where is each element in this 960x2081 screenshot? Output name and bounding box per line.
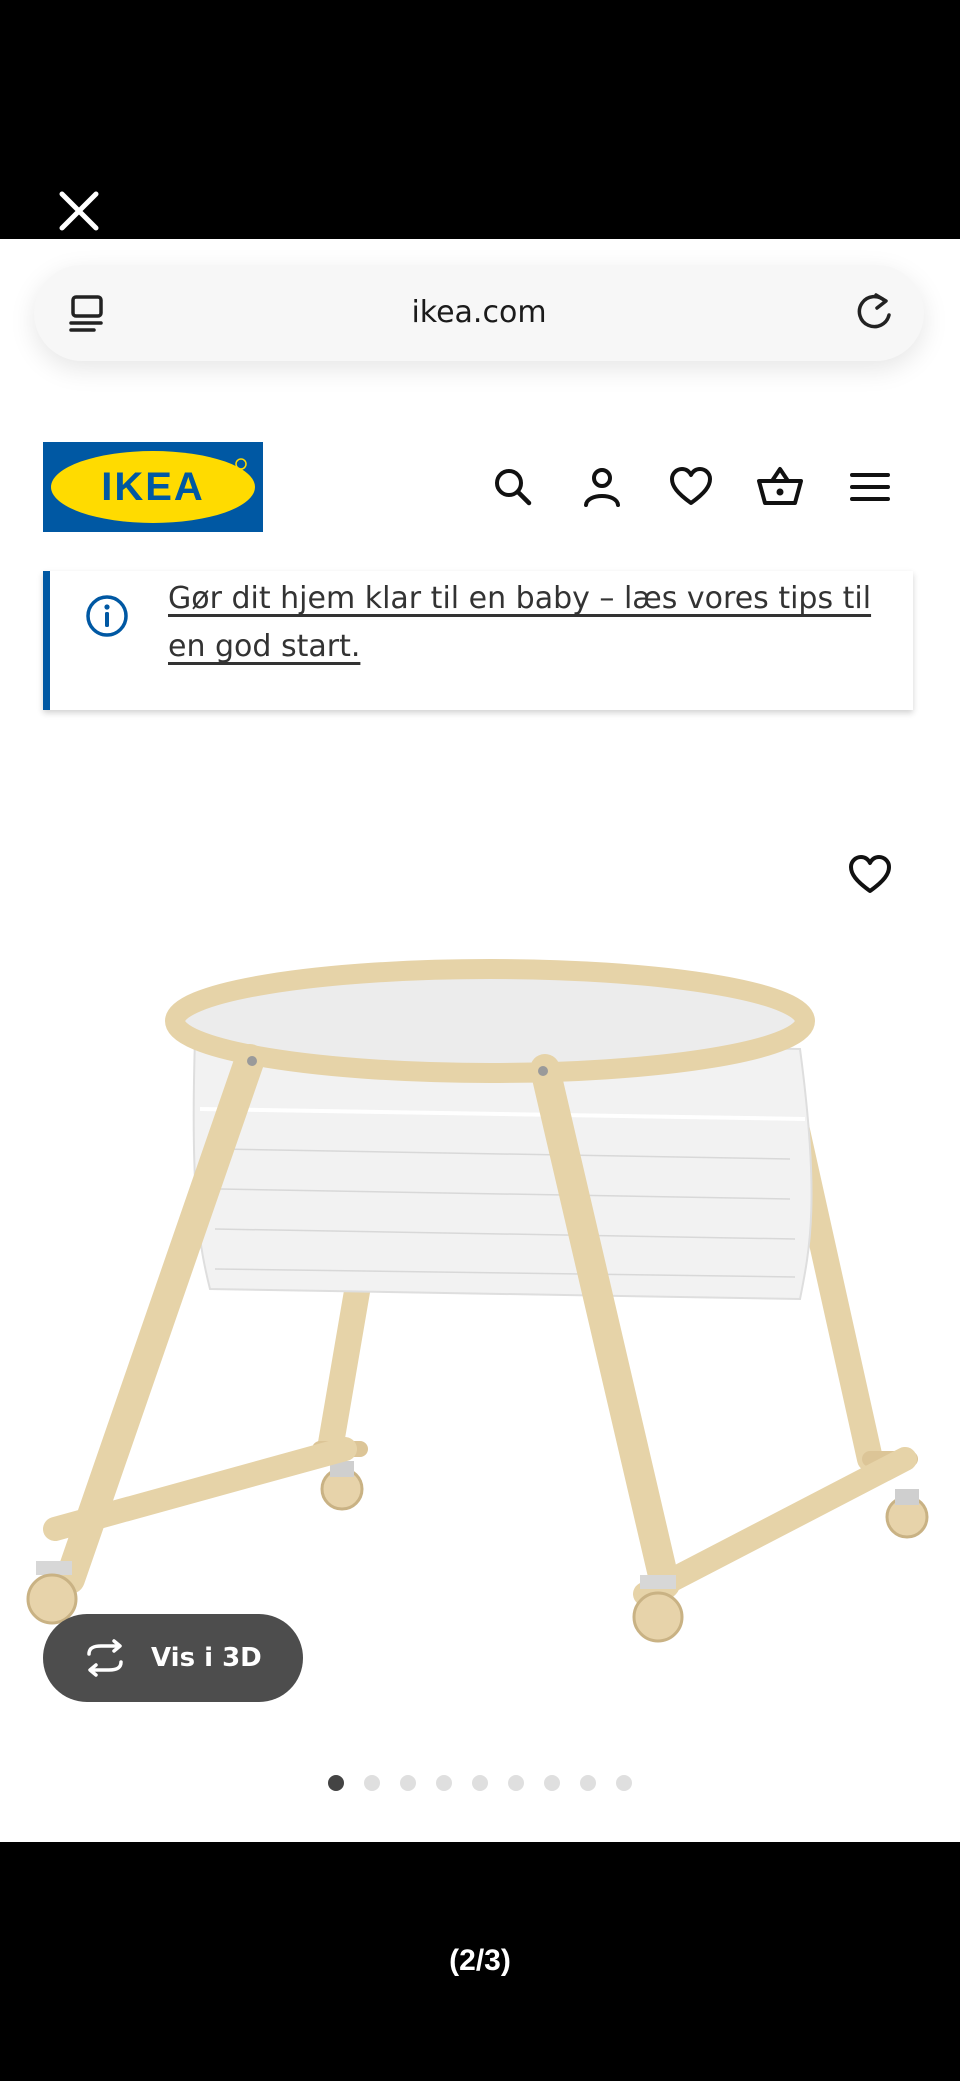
carousel-dot[interactable]: [544, 1775, 560, 1791]
carousel-dot[interactable]: [580, 1775, 596, 1791]
url-text: ikea.com: [411, 295, 547, 330]
tabs-icon[interactable]: [64, 291, 110, 335]
rotate-3d-icon: [87, 1639, 123, 1677]
favorite-heart-icon[interactable]: [846, 851, 894, 899]
screenshot-panel: ikea.com IKEA Gør dit hjem klar til en b…: [0, 239, 960, 1842]
account-icon[interactable]: [578, 463, 626, 511]
info-banner: Gør dit hjem klar til en baby – læs vore…: [43, 571, 913, 710]
menu-icon[interactable]: [846, 463, 894, 511]
view-in-3d-label: Vis i 3D: [151, 1643, 262, 1673]
info-icon: [86, 595, 128, 637]
carousel-dot[interactable]: [400, 1775, 416, 1791]
carousel-dot[interactable]: [328, 1775, 344, 1791]
basket-icon[interactable]: [756, 463, 804, 511]
svg-text:IKEA: IKEA: [101, 465, 205, 509]
carousel-dot[interactable]: [472, 1775, 488, 1791]
heart-icon[interactable]: [667, 463, 715, 511]
carousel-dot[interactable]: [436, 1775, 452, 1791]
viewer-top-bar: [0, 0, 960, 239]
carousel-dot[interactable]: [508, 1775, 524, 1791]
search-icon[interactable]: [489, 463, 537, 511]
baby-tips-link[interactable]: Gør dit hjem klar til en baby – læs vore…: [168, 575, 908, 671]
browser-url-bar[interactable]: ikea.com: [34, 265, 924, 361]
close-icon[interactable]: [56, 188, 102, 234]
view-in-3d-button[interactable]: Vis i 3D: [43, 1614, 303, 1702]
ikea-logo[interactable]: IKEA: [43, 442, 263, 532]
reload-icon[interactable]: [850, 289, 898, 337]
image-counter: (2/3): [449, 1944, 511, 1977]
carousel-dot[interactable]: [364, 1775, 380, 1791]
carousel-dot[interactable]: [616, 1775, 632, 1791]
carousel-dots: [0, 1775, 960, 1795]
